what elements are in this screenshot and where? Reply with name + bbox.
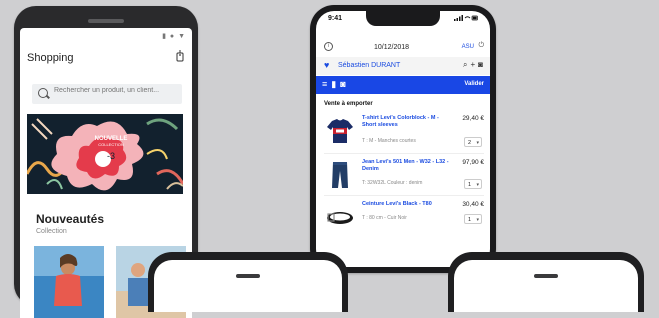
customer-bar[interactable]: ♥ Sébastien DURANT ⌕+◙ [316, 57, 490, 75]
speaker [236, 274, 260, 278]
collection-banner[interactable]: NOUVELLE COLLECTION -3 [27, 114, 183, 194]
section-title: Vente à emporter [324, 101, 373, 107]
page-title: Shopping [27, 52, 74, 64]
sale-screen: 9:41 i 10/12/2018 ASU ⏻ ♥ Sébastien DURA… [316, 11, 490, 267]
trash-icon[interactable]: ▮ [331, 79, 340, 89]
camera-icon[interactable]: ◙ [340, 79, 349, 89]
customer-actions: ⌕+◙ [463, 60, 486, 70]
search-icon [38, 88, 48, 98]
tshirt-image [326, 117, 354, 145]
speaker [534, 274, 558, 278]
speaker [88, 19, 124, 23]
jeans-image [326, 161, 354, 189]
item-name[interactable]: Ceinture Levi's Black - T80 [362, 201, 452, 208]
heart-icon: ♥ [324, 60, 330, 70]
clock: 9:41 [328, 15, 343, 22]
clothing-tag-icon[interactable] [176, 50, 184, 65]
item-name[interactable]: T-shirt Levi's Colorblock - M - Short sl… [362, 115, 452, 129]
belt-image [326, 203, 354, 231]
add-icon[interactable]: + [470, 60, 478, 69]
iphone: 9:41 i 10/12/2018 ASU ⏻ ♥ Sébastien DURA… [310, 5, 496, 273]
product-thumbnail[interactable] [34, 246, 104, 318]
search-input[interactable] [54, 87, 179, 94]
cart-item[interactable]: Jean Levi's 501 Men - W32 - L32 - Denim … [316, 157, 490, 195]
item-name[interactable]: Jean Levi's 501 Men - W32 - L32 - Denim [362, 159, 452, 173]
date-label: 10/12/2018 [374, 44, 410, 51]
divider [324, 153, 484, 154]
quantity-select[interactable]: 1 [464, 179, 482, 190]
cart-item[interactable]: Ceinture Levi's Black - T80 T : 80 cm - … [316, 199, 490, 237]
item-desc: T : 80 cm - Cuir Noir [362, 215, 407, 221]
iphone-bottom-left [148, 252, 348, 312]
item-price: 30,40 € [462, 201, 484, 208]
status-icons [454, 15, 478, 23]
quantity-select[interactable]: 1 [464, 214, 482, 225]
action-bar: ≡▮◙ Valider [316, 76, 490, 94]
top-toolbar: i 10/12/2018 ASU ⏻ [316, 39, 490, 57]
divider [324, 195, 484, 196]
info-icon[interactable]: i [324, 42, 333, 51]
item-price: 97,90 € [462, 159, 484, 166]
cart-item[interactable]: T-shirt Levi's Colorblock - M - Short sl… [316, 113, 490, 151]
iphone-bottom-right [448, 252, 644, 312]
item-price: 29,40 € [462, 115, 484, 122]
customer-name[interactable]: Sébastien DURANT [338, 62, 400, 69]
search-bar[interactable] [32, 84, 182, 104]
banner-discount: -3 [106, 151, 115, 161]
item-desc: T : M - Manches courtes [362, 138, 416, 144]
product-photo [34, 246, 104, 318]
camera-icon[interactable]: ◙ [478, 60, 486, 69]
section-subtitle: Collection [36, 228, 67, 235]
banner-subtitle: COLLECTION [98, 142, 124, 147]
user-code[interactable]: ASU [462, 44, 474, 50]
menu-icon[interactable]: ≡ [322, 79, 331, 89]
power-icon[interactable]: ⏻ [478, 42, 484, 50]
notch [366, 11, 440, 26]
status-icons: ▮ ● ▼ [162, 33, 186, 40]
section-title: Nouveautés [36, 212, 105, 226]
quantity-select[interactable]: 2 [464, 137, 482, 148]
item-desc: T: 32W32L Couleur : denim [362, 180, 423, 186]
validate-button[interactable]: Valider [464, 81, 484, 87]
